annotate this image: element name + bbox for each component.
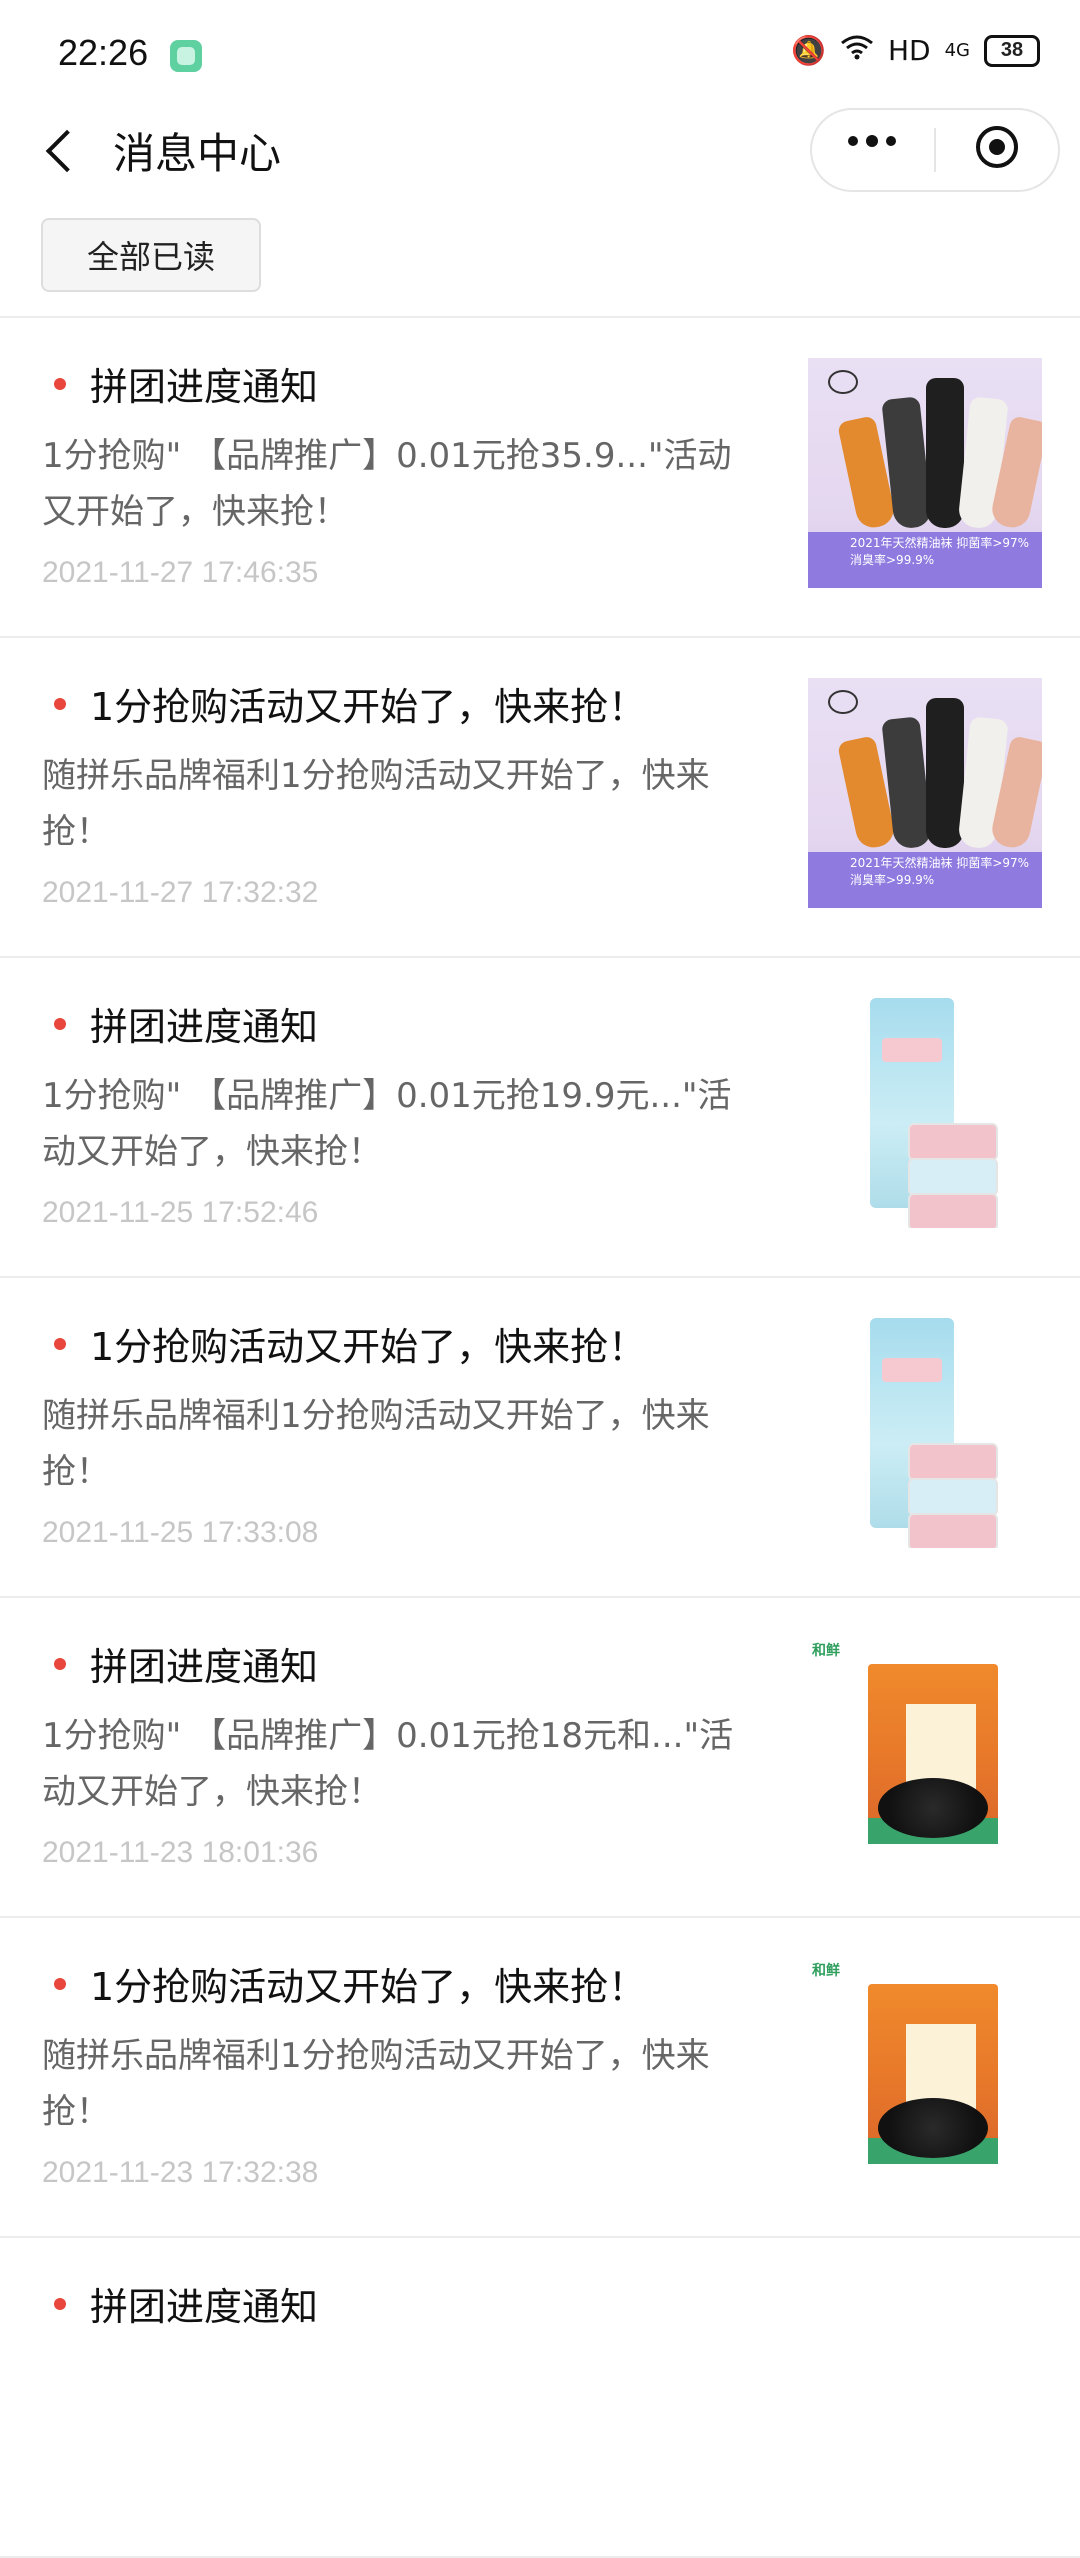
message-item[interactable]: 拼团进度通知 1分抢购" 【品牌推广】0.01元抢35.9..."活动又开始了，… — [0, 318, 1080, 638]
thumb-brand: 和鲜 — [812, 1643, 840, 1659]
thumb-caption: 2021年天然精油袜 抑菌率>97% 消臭率>99.9% — [850, 856, 1030, 887]
thumb-brand: 和鲜 — [812, 1963, 840, 1979]
brand-logo-icon — [828, 370, 858, 394]
message-title: 拼团进度通知 — [90, 1005, 319, 1049]
message-time: 2021-11-27 17:46:35 — [42, 556, 319, 589]
message-time: 2021-11-23 18:01:36 — [42, 1836, 319, 1869]
message-list: 拼团进度通知 1分抢购" 【品牌推广】0.01元抢35.9..."活动又开始了，… — [0, 318, 1080, 2558]
unread-dot-icon — [54, 378, 66, 390]
wipes-thumbnail — [808, 1318, 1042, 1548]
socks-thumbnail: 2021年天然精油袜 抑菌率>97% 消臭率>99.9% — [808, 358, 1042, 588]
message-title: 拼团进度通知 — [90, 1645, 319, 1689]
battery-icon: 38 — [984, 34, 1040, 67]
unread-dot-icon — [54, 1658, 66, 1670]
status-bar: 22:26 🔕 HD 4G 38 — [0, 0, 1080, 110]
message-item[interactable]: 拼团进度通知 1分抢购" 【品牌推广】0.01元抢19.9元..."活动又开始了… — [0, 958, 1080, 1278]
status-icons: 🔕 HD 4G 38 — [791, 34, 1040, 67]
message-time: 2021-11-23 17:32:38 — [42, 2156, 319, 2189]
wipes-thumbnail — [808, 998, 1042, 1228]
message-item[interactable]: 1分抢购活动又开始了，快来抢！ 随拼乐品牌福利1分抢购活动又开始了，快来抢！ 2… — [0, 1278, 1080, 1598]
unread-dot-icon — [54, 1978, 66, 1990]
signal-label: 4G — [944, 40, 970, 61]
message-item[interactable]: 拼团进度通知 — [0, 2238, 1080, 2558]
message-time: 2021-11-27 17:32:32 — [42, 876, 319, 909]
message-title: 1分抢购活动又开始了，快来抢！ — [90, 1325, 647, 1369]
message-title: 拼团进度通知 — [90, 2285, 319, 2329]
message-time: 2021-11-25 17:52:46 — [42, 1196, 319, 1229]
message-item[interactable]: 1分抢购活动又开始了，快来抢！ 随拼乐品牌福利1分抢购活动又开始了，快来抢！ 2… — [0, 1918, 1080, 2238]
wifi-icon — [840, 34, 874, 67]
message-body: 1分抢购" 【品牌推广】0.01元抢18元和..."活动又开始了，快来抢！ — [42, 1716, 734, 1812]
message-item[interactable]: 拼团进度通知 1分抢购" 【品牌推广】0.01元抢18元和..."活动又开始了，… — [0, 1598, 1080, 1918]
mini-program-capsule — [810, 108, 1060, 192]
status-time: 22:26 — [58, 32, 149, 73]
message-title: 1分抢购活动又开始了，快来抢！ — [90, 685, 647, 729]
message-body: 随拼乐品牌福利1分抢购活动又开始了，快来抢！ — [42, 756, 710, 852]
douchi-thumbnail: 和鲜 — [808, 1638, 1042, 1868]
unread-dot-icon — [54, 1338, 66, 1350]
unread-dot-icon — [54, 2298, 66, 2310]
message-body: 1分抢购" 【品牌推广】0.01元抢35.9..."活动又开始了，快来抢！ — [42, 436, 732, 532]
capsule-divider — [934, 128, 936, 172]
unread-dot-icon — [54, 1018, 66, 1030]
target-icon[interactable] — [976, 126, 1018, 168]
message-title: 拼团进度通知 — [90, 365, 319, 409]
message-body: 随拼乐品牌福利1分抢购活动又开始了，快来抢！ — [42, 1396, 710, 1492]
message-body: 1分抢购" 【品牌推广】0.01元抢19.9元..."活动又开始了，快来抢！ — [42, 1076, 732, 1172]
network-label: HD — [887, 34, 931, 67]
unread-dot-icon — [54, 698, 66, 710]
message-title: 1分抢购活动又开始了，快来抢！ — [90, 1965, 647, 2009]
mute-icon: 🔕 — [791, 34, 826, 67]
nav-bar: 消息中心 — [0, 100, 1080, 210]
thumb-caption: 2021年天然精油袜 抑菌率>97% 消臭率>99.9% — [850, 536, 1030, 567]
brand-logo-icon — [828, 690, 858, 714]
page-title: 消息中心 — [113, 129, 282, 178]
message-time: 2021-11-25 17:33:08 — [42, 1516, 319, 1549]
douchi-thumbnail: 和鲜 — [808, 1958, 1042, 2188]
chevron-left-icon[interactable] — [40, 122, 80, 182]
message-item[interactable]: 1分抢购活动又开始了，快来抢！ 随拼乐品牌福利1分抢购活动又开始了，快来抢！ 2… — [0, 638, 1080, 958]
message-body: 随拼乐品牌福利1分抢购活动又开始了，快来抢！ — [42, 2036, 710, 2132]
more-dots-icon[interactable] — [848, 135, 896, 147]
mark-all-read-button[interactable]: 全部已读 — [41, 218, 261, 292]
app-notification-icon — [170, 40, 202, 72]
socks-thumbnail: 2021年天然精油袜 抑菌率>97% 消臭率>99.9% — [808, 678, 1042, 908]
